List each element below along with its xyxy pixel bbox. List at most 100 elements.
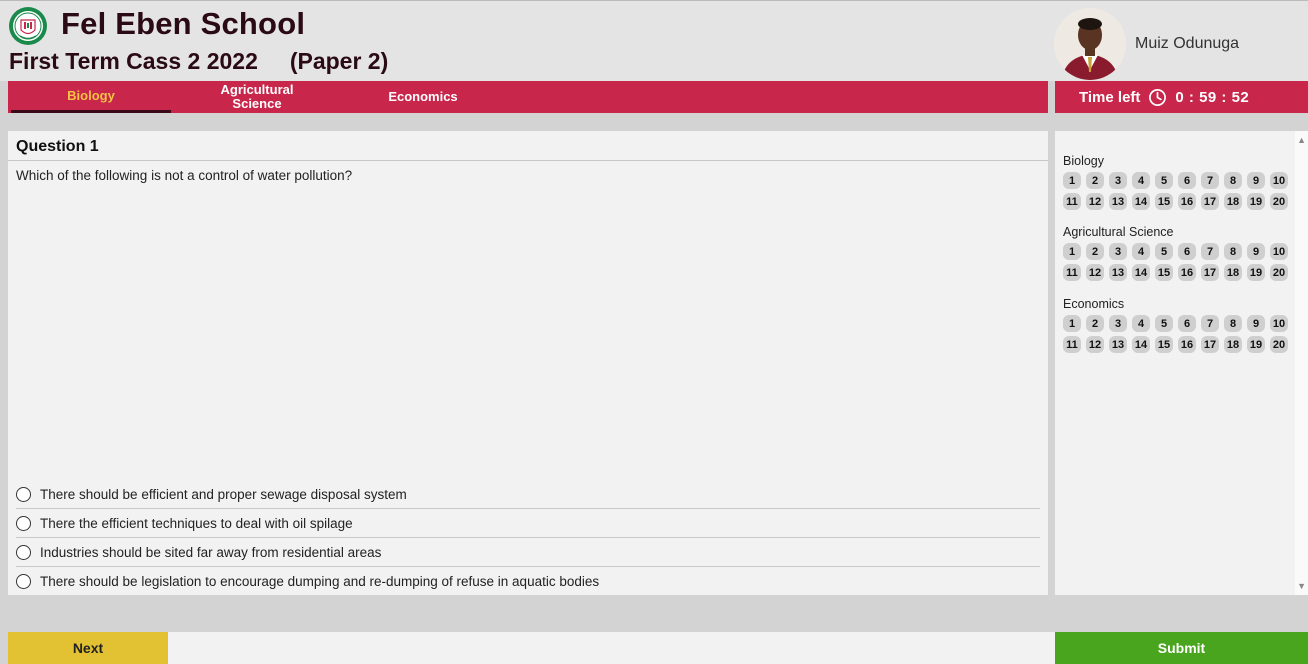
user-name: Muiz Odunuga — [1135, 35, 1240, 52]
radio-button[interactable] — [16, 574, 31, 589]
question-number-button[interactable]: 14 — [1132, 264, 1150, 281]
school-name: Fel Eben School — [61, 6, 306, 41]
timer-value: 0 : 59 : 52 — [1175, 88, 1250, 106]
avatar — [1054, 8, 1126, 80]
question-navigator: ▲ ▼ Biology 1 2 3 4 5 6 7 8 9 10 11 12 13 14 15 16 17 18 1… — [1055, 131, 1308, 595]
question-number-button[interactable]: 9 — [1247, 172, 1265, 189]
option-text: Industries should be sited far away from… — [40, 544, 382, 560]
question-number-grid: 1 2 3 4 5 6 7 8 9 10 11 12 13 14 15 16 17 18 19 20 — [1063, 315, 1293, 353]
question-number-button[interactable]: 7 — [1201, 243, 1219, 260]
scroll-down-icon[interactable]: ▼ — [1297, 581, 1306, 591]
navigator-group-agricultural-science: Agricultural Science 1 2 3 4 5 6 7 8 9 10 11 12 13 14… — [1063, 225, 1293, 281]
option-text: There should be legislation to encourage… — [40, 574, 600, 589]
question-number-button[interactable]: 10 — [1270, 315, 1288, 332]
question-number-button[interactable]: 8 — [1224, 243, 1242, 260]
question-number-button[interactable]: 20 — [1270, 336, 1288, 353]
question-title: Question 1 — [16, 138, 99, 155]
radio-button[interactable] — [16, 486, 31, 502]
radio-button[interactable] — [16, 515, 31, 531]
question-number-button[interactable]: 11 — [1063, 264, 1081, 281]
question-number-button[interactable]: 3 — [1109, 243, 1127, 260]
question-number-button[interactable]: 9 — [1247, 315, 1265, 332]
question-number-button[interactable]: 2 — [1086, 243, 1104, 260]
question-number-button[interactable]: 6 — [1178, 315, 1196, 332]
question-number-button[interactable]: 5 — [1155, 315, 1173, 332]
question-number-button[interactable]: 4 — [1132, 243, 1150, 260]
question-number-button[interactable]: 19 — [1247, 264, 1265, 281]
question-number-button[interactable]: 16 — [1178, 336, 1196, 353]
question-number-button[interactable]: 13 — [1109, 264, 1127, 281]
question-text: Which of the following is not a control … — [16, 168, 353, 183]
school-logo — [9, 7, 47, 45]
question-number-button[interactable]: 2 — [1086, 172, 1104, 189]
question-number-button[interactable]: 16 — [1178, 264, 1196, 281]
radio-button[interactable] — [16, 544, 31, 560]
timer-label: Time left — [1079, 88, 1141, 106]
tab-agricultural-science[interactable]: Agricultural Science — [198, 81, 316, 113]
question-number-button[interactable]: 1 — [1063, 243, 1081, 260]
question-number-button[interactable]: 8 — [1224, 315, 1242, 332]
question-number-button[interactable]: 13 — [1109, 336, 1127, 353]
question-number-button[interactable]: 11 — [1063, 193, 1081, 210]
question-number-button[interactable]: 10 — [1270, 243, 1288, 260]
question-number-button[interactable]: 20 — [1270, 264, 1288, 281]
question-number-button[interactable]: 18 — [1224, 264, 1242, 281]
question-number-button[interactable]: 14 — [1132, 336, 1150, 353]
scroll-up-icon[interactable]: ▲ — [1297, 135, 1306, 145]
question-number-button[interactable]: 5 — [1155, 172, 1173, 189]
question-number-grid: 1 2 3 4 5 6 7 8 9 10 11 12 13 14 15 16 17 18 19 20 — [1063, 172, 1293, 210]
next-button[interactable]: Next — [8, 632, 168, 664]
footer-bar — [168, 632, 1055, 664]
navigator-subject-label: Biology — [1063, 154, 1104, 168]
question-number-button[interactable]: 6 — [1178, 172, 1196, 189]
question-number-button[interactable]: 4 — [1132, 315, 1150, 332]
scrollbar[interactable] — [1295, 131, 1308, 595]
question-number-button[interactable]: 20 — [1270, 193, 1288, 210]
question-number-button[interactable]: 18 — [1224, 193, 1242, 210]
clock-icon — [1149, 88, 1167, 106]
question-number-button[interactable]: 14 — [1132, 193, 1150, 210]
question-number-button[interactable]: 17 — [1201, 336, 1219, 353]
question-number-button[interactable]: 12 — [1086, 336, 1104, 353]
question-number-button[interactable]: 15 — [1155, 193, 1173, 210]
question-number-grid: 1 2 3 4 5 6 7 8 9 10 11 12 13 14 15 16 17 18 19 20 — [1063, 243, 1293, 281]
question-number-button[interactable]: 6 — [1178, 243, 1196, 260]
option-c[interactable]: Industries should be sited far away from… — [16, 538, 1040, 567]
question-number-button[interactable]: 1 — [1063, 172, 1081, 189]
question-number-button[interactable]: 17 — [1201, 264, 1219, 281]
question-number-button[interactable]: 7 — [1201, 315, 1219, 332]
question-number-button[interactable]: 3 — [1109, 315, 1127, 332]
submit-button[interactable]: Submit — [1055, 632, 1308, 664]
question-number-button[interactable]: 18 — [1224, 336, 1242, 353]
exam-title: First Term Cass 2 2022 (Paper 2) — [9, 48, 389, 74]
question-number-button[interactable]: 10 — [1270, 172, 1288, 189]
option-a[interactable]: There should be efficient and proper sew… — [16, 480, 1040, 509]
question-number-button[interactable]: 15 — [1155, 336, 1173, 353]
question-number-button[interactable]: 5 — [1155, 243, 1173, 260]
question-number-button[interactable]: 3 — [1109, 172, 1127, 189]
navigator-subject-label: Agricultural Science — [1063, 225, 1174, 239]
question-number-button[interactable]: 17 — [1201, 193, 1219, 210]
question-number-button[interactable]: 9 — [1247, 243, 1265, 260]
navigator-group-economics: Economics 1 2 3 4 5 6 7 8 9 10 11 12 13 14 15 16 17 18 19 2… — [1063, 297, 1293, 353]
option-d[interactable]: There should be legislation to encourage… — [16, 567, 1040, 596]
tab-biology[interactable]: Biology — [11, 81, 171, 113]
question-number-button[interactable]: 2 — [1086, 315, 1104, 332]
question-number-button[interactable]: 16 — [1178, 193, 1196, 210]
header: Fel Eben School First Term Cass 2 2022 (… — [0, 0, 1308, 81]
question-number-button[interactable]: 19 — [1247, 193, 1265, 210]
question-number-button[interactable]: 12 — [1086, 264, 1104, 281]
question-number-button[interactable]: 1 — [1063, 315, 1081, 332]
option-b[interactable]: There the efficient techniques to deal w… — [16, 509, 1040, 538]
question-number-button[interactable]: 12 — [1086, 193, 1104, 210]
question-number-button[interactable]: 8 — [1224, 172, 1242, 189]
divider — [8, 160, 1048, 161]
question-number-button[interactable]: 13 — [1109, 193, 1127, 210]
option-text: There the efficient techniques to deal w… — [40, 515, 353, 531]
question-number-button[interactable]: 7 — [1201, 172, 1219, 189]
question-number-button[interactable]: 4 — [1132, 172, 1150, 189]
tab-economics[interactable]: Economics — [358, 81, 488, 113]
question-number-button[interactable]: 11 — [1063, 336, 1081, 353]
question-number-button[interactable]: 15 — [1155, 264, 1173, 281]
question-number-button[interactable]: 19 — [1247, 336, 1265, 353]
